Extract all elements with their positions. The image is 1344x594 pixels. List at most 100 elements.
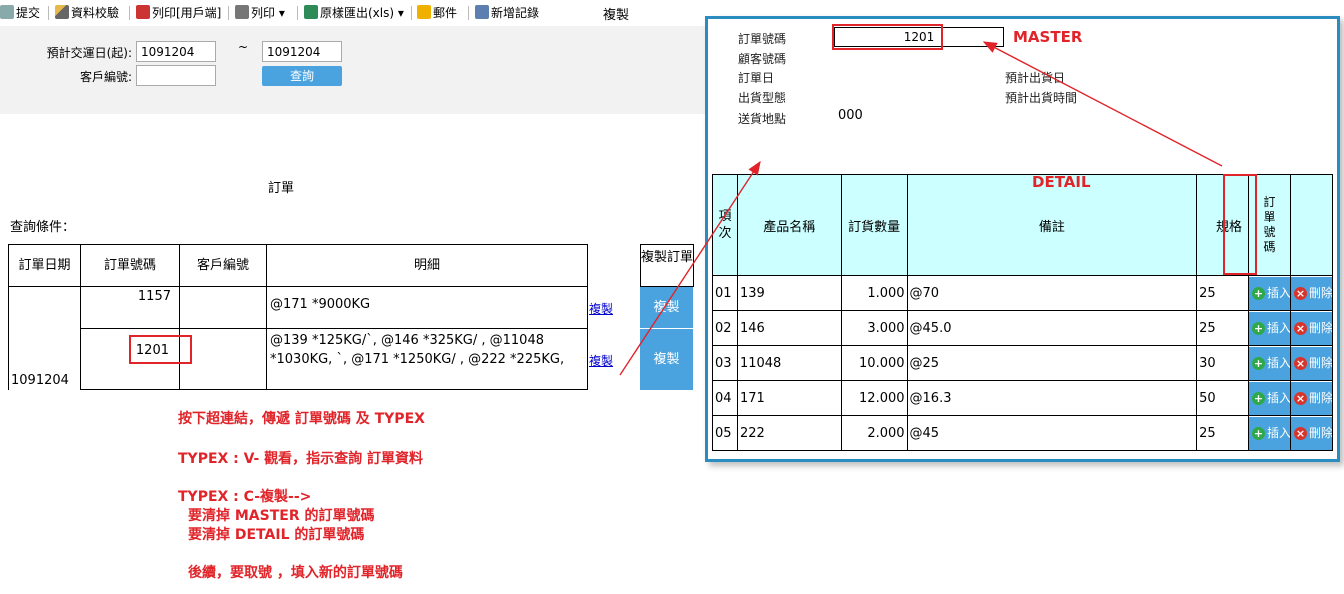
delete-cell: × 刪除 — [1289, 275, 1334, 311]
toolbar-divider — [468, 6, 469, 20]
seq-cell: 02 — [712, 310, 738, 346]
submit-button[interactable]: 提交 — [0, 4, 40, 22]
spec-cell: 25 — [1196, 310, 1249, 346]
delete-cell: × 刪除 — [1289, 415, 1334, 451]
detail-row: 03 11048 10.000 @25 30 + 插入 × 刪除 — [712, 345, 1334, 381]
header-product: 產品名稱 — [736, 174, 842, 276]
customer-input[interactable] — [136, 65, 216, 86]
qty-cell: 1.000 — [840, 275, 908, 311]
add-record-icon — [475, 5, 489, 19]
detail-annotation: DETAIL — [1032, 173, 1091, 191]
plus-icon: + — [1251, 286, 1265, 300]
product-cell: 139 — [736, 275, 842, 311]
close-icon: × — [1293, 426, 1307, 440]
close-icon: × — [1293, 356, 1307, 370]
note-cell: @45.0 — [906, 310, 1198, 346]
annotation-text: 要清掉 MASTER 的訂單號碼 — [188, 508, 375, 524]
seq-cell: 05 — [712, 415, 738, 451]
header-qty: 訂貨數量 — [840, 174, 908, 276]
header-copy-order: 複製訂單 — [640, 244, 694, 287]
close-icon: × — [1293, 321, 1307, 335]
annotation-text: TYPEX : C-複製--> — [178, 489, 312, 505]
detail-row: 02 146 3.000 @45.0 25 + 插入 × 刪除 — [712, 310, 1334, 346]
note-cell: @16.3 — [906, 380, 1198, 416]
seq-cell: 03 — [712, 345, 738, 381]
insert-button[interactable]: + 插入 — [1248, 416, 1290, 450]
product-cell: 11048 — [736, 345, 842, 381]
spec-cell: 25 — [1196, 415, 1249, 451]
header-actions — [1289, 174, 1334, 276]
date-to-input[interactable] — [262, 41, 342, 62]
toolbar-divider — [297, 6, 298, 20]
chevron-down-icon: ▾ — [394, 6, 404, 20]
delete-button[interactable]: × 刪除 — [1290, 311, 1332, 345]
product-cell: 222 — [736, 415, 842, 451]
header-detail: 明細 — [266, 244, 588, 287]
insert-button[interactable]: + 插入 — [1248, 311, 1290, 345]
copy-button[interactable]: 複製 — [640, 287, 693, 328]
header-order-date: 訂單日期 — [8, 244, 81, 287]
plus-icon: + — [1251, 426, 1265, 440]
pencil-icon — [55, 5, 69, 19]
annotation-text: 按下超連結，傳遞 訂單號碼 及 TYPEX — [178, 411, 425, 427]
seq-cell: 01 — [712, 275, 738, 311]
validate-button[interactable]: 資料校驗 — [55, 4, 119, 22]
search-button[interactable]: 查詢 — [262, 66, 342, 86]
add-record-button[interactable]: 新增記錄 — [475, 4, 539, 22]
ship-date-label: 預計出貨日 — [1005, 71, 1066, 85]
copy-link[interactable]: 複製 — [589, 352, 613, 369]
report-title: 訂單 — [268, 181, 295, 196]
insert-button[interactable]: + 插入 — [1248, 381, 1290, 415]
delete-cell: × 刪除 — [1289, 380, 1334, 416]
address-value: 000 — [838, 108, 863, 123]
spec-cell: 25 — [1196, 275, 1249, 311]
copy-link[interactable]: 複製 — [589, 300, 613, 317]
print-client-button[interactable]: 列印[用戶端] — [136, 4, 221, 22]
highlight-box — [832, 24, 943, 50]
order-no-label: 訂單號碼 — [738, 32, 787, 46]
delete-button[interactable]: × 刪除 — [1290, 381, 1332, 415]
detail-cell: @139 *125KG/ˋ, @146 *325KG/ , @11048 *10… — [266, 328, 588, 390]
print-button[interactable]: 列印 ▾ — [235, 4, 285, 22]
header-customer: 客戶編號 — [179, 244, 267, 287]
note-cell: @70 — [906, 275, 1198, 311]
date-from-input[interactable] — [136, 41, 216, 62]
insert-button[interactable]: + 插入 — [1248, 276, 1290, 310]
ship-time-label: 預計出貨時間 — [1005, 91, 1078, 105]
chevron-down-icon: ▾ — [275, 6, 285, 20]
detail-row: 05 222 2.000 @45 25 + 插入 × 刪除 — [712, 415, 1334, 451]
date-from-label: 預計交運日(起): — [46, 46, 132, 60]
delete-button[interactable]: × 刪除 — [1290, 346, 1332, 380]
order-popup: 訂單號碼 1201 MASTER 顧客號碼 訂單日 預計出貨日 出貨型態 預計出… — [705, 16, 1340, 462]
export-xls-button[interactable]: 原樣匯出(xls) ▾ — [304, 4, 404, 22]
insert-button[interactable]: + 插入 — [1248, 346, 1290, 380]
header-seq: 項次 — [712, 174, 738, 276]
header-order-no: 訂單號碼 — [80, 244, 180, 287]
product-cell: 171 — [736, 380, 842, 416]
delete-button[interactable]: × 刪除 — [1290, 276, 1332, 310]
plus-icon: + — [1251, 321, 1265, 335]
ship-type-label: 出貨型態 — [738, 91, 787, 105]
order-no-cell: 1157 — [80, 286, 180, 329]
customer-cell — [179, 286, 267, 329]
pdf-icon — [136, 5, 150, 19]
mail-icon — [417, 5, 431, 19]
mail-button[interactable]: 郵件 — [417, 4, 457, 22]
submit-icon — [0, 5, 14, 19]
delete-cell: × 刪除 — [1289, 345, 1334, 381]
excel-icon — [304, 5, 318, 19]
highlight-box — [129, 335, 192, 364]
insert-cell: + 插入 — [1247, 275, 1291, 311]
qty-cell: 12.000 — [840, 380, 908, 416]
date-range-tilde: ~ — [238, 40, 249, 54]
toolbar-divider — [228, 6, 229, 20]
address-label: 送貨地點 — [738, 112, 787, 126]
detail-row: 04 171 12.000 @16.3 50 + 插入 × 刪除 — [712, 380, 1334, 416]
delete-button[interactable]: × 刪除 — [1290, 416, 1332, 450]
insert-cell: + 插入 — [1247, 310, 1291, 346]
copy-button[interactable]: 複製 — [640, 329, 693, 390]
note-cell: @25 — [906, 345, 1198, 381]
close-icon: × — [1293, 286, 1307, 300]
annotation-text: 要清掉 DETAIL 的訂單號碼 — [188, 527, 365, 543]
delete-cell: × 刪除 — [1289, 310, 1334, 346]
